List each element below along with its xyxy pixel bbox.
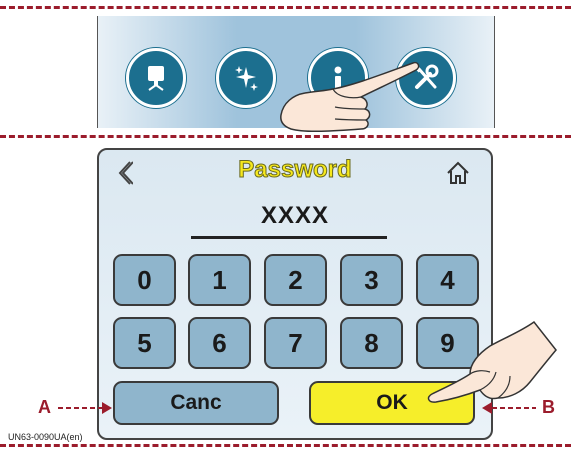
- sparkles-icon: [235, 66, 258, 91]
- password-field[interactable]: XXXX: [99, 202, 491, 230]
- display-button[interactable]: [126, 48, 186, 108]
- key-1[interactable]: 1: [188, 254, 251, 306]
- callout-a-arrow: [58, 402, 112, 414]
- password-underline: [191, 236, 387, 239]
- key-3[interactable]: 3: [340, 254, 403, 306]
- key-0[interactable]: 0: [113, 254, 176, 306]
- key-2[interactable]: 2: [264, 254, 327, 306]
- key-6[interactable]: 6: [188, 317, 251, 369]
- callout-b-label: B: [542, 397, 555, 417]
- callout-a-label: A: [38, 397, 51, 417]
- key-8[interactable]: 8: [340, 317, 403, 369]
- callout-b-arrow: [482, 402, 536, 414]
- bottom-dashed-line: [0, 444, 571, 447]
- top-dashed-line: [0, 6, 571, 9]
- home-icon[interactable]: [445, 160, 471, 186]
- key-5[interactable]: 5: [113, 317, 176, 369]
- pointing-hand-bottom: [427, 320, 557, 403]
- cancel-button[interactable]: Canc: [113, 381, 279, 425]
- key-4[interactable]: 4: [416, 254, 479, 306]
- display-icon: [148, 66, 164, 91]
- page-title: Password: [238, 156, 352, 184]
- pointing-hand-top: [280, 61, 420, 133]
- middle-dashed-line: [0, 135, 571, 138]
- sparkle-button[interactable]: [216, 48, 276, 108]
- key-7[interactable]: 7: [264, 317, 327, 369]
- figure-code: UN63-0090UA(en): [8, 432, 83, 442]
